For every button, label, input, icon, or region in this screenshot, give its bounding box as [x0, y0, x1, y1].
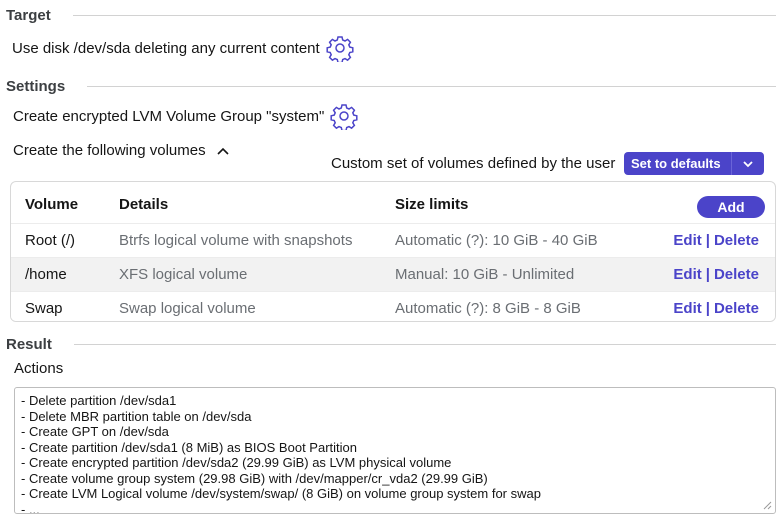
table-row: Swap Swap logical volume Automatic (?): …: [11, 291, 775, 321]
action-line: - Create LVM Logical volume /dev/system/…: [21, 486, 541, 501]
action-line: - Create GPT on /dev/sda: [21, 424, 169, 439]
volume-name: /home: [25, 266, 67, 283]
delete-link[interactable]: Delete: [714, 300, 759, 317]
delete-link[interactable]: Delete: [714, 266, 759, 283]
target-text: Use disk /dev/sda deleting any current c…: [12, 39, 320, 57]
volume-details: Swap logical volume: [119, 300, 256, 317]
separator: |: [705, 300, 710, 317]
encryption-text: Create encrypted LVM Volume Group "syste…: [13, 107, 325, 125]
volumes-table: Volume Details Size limits Add Root (/) …: [10, 181, 776, 322]
volume-details: Btrfs logical volume with snapshots: [119, 232, 353, 249]
divider: [72, 15, 776, 16]
actions-textarea[interactable]: - Delete partition /dev/sda1 - Delete MB…: [14, 387, 776, 514]
encryption-line: Create encrypted LVM Volume Group "syste…: [13, 102, 358, 130]
result-heading: Result: [6, 336, 52, 353]
resize-handle-icon[interactable]: [763, 501, 772, 510]
target-line: Use disk /dev/sda deleting any current c…: [12, 34, 354, 62]
row-actions: Edit | Delete: [673, 300, 759, 317]
set-to-defaults-dropdown[interactable]: Set to defaults: [624, 152, 764, 175]
result-section-header: Result: [6, 336, 776, 353]
add-volume-button[interactable]: Add: [697, 196, 765, 218]
volumes-text: Create the following volumes: [13, 142, 206, 159]
column-header-size-limits: Size limits: [395, 195, 469, 213]
column-header-details: Details: [119, 195, 169, 213]
volume-size-limits: Manual: 10 GiB - Unlimited: [395, 266, 575, 283]
divider: [87, 86, 776, 87]
table-row: Root (/) Btrfs logical volume with snaps…: [11, 223, 775, 257]
edit-link[interactable]: Edit: [673, 266, 701, 283]
table-header-row: Volume Details Size limits Add: [11, 187, 775, 221]
column-header-volume: Volume: [25, 195, 79, 213]
chevron-down-icon[interactable]: [732, 160, 764, 168]
action-line: - Delete partition /dev/sda1: [21, 393, 177, 408]
volume-details: XFS logical volume: [119, 266, 248, 283]
target-section-header: Target: [6, 7, 776, 24]
action-line: - Delete MBR partition table on /dev/sda: [21, 408, 252, 424]
edit-link[interactable]: Edit: [673, 232, 701, 249]
row-actions: Edit | Delete: [673, 266, 759, 283]
gear-icon[interactable]: [326, 34, 354, 62]
volume-size-limits: Automatic (?): 8 GiB - 8 GiB: [395, 300, 581, 317]
target-heading: Target: [6, 7, 51, 24]
separator: |: [705, 266, 710, 283]
volume-size-limits: Automatic (?): 10 GiB - 40 GiB: [395, 232, 598, 249]
settings-section-header: Settings: [6, 78, 776, 95]
action-line: - Create volume group system (29.98 GiB)…: [21, 470, 488, 486]
volumes-toggle[interactable]: Create the following volumes: [13, 142, 230, 159]
gear-icon[interactable]: [330, 102, 358, 130]
action-line: - Create partition /dev/sda1 (8 MiB) as …: [21, 439, 357, 455]
set-to-defaults-button[interactable]: Set to defaults: [624, 156, 731, 171]
table-row: /home XFS logical volume Manual: 10 GiB …: [11, 257, 775, 291]
volume-name: Swap: [25, 300, 63, 317]
action-line: - Create encrypted partition /dev/sda2 (…: [21, 455, 452, 470]
actions-label: Actions: [14, 360, 64, 377]
volume-name: Root (/): [25, 232, 76, 249]
row-actions: Edit | Delete: [673, 232, 759, 249]
delete-link[interactable]: Delete: [714, 232, 759, 249]
action-line: - ...: [21, 501, 40, 514]
divider: [73, 344, 776, 345]
separator: |: [705, 232, 710, 249]
custom-volumes-label: Custom set of volumes defined by the use…: [331, 155, 616, 172]
settings-heading: Settings: [6, 78, 66, 95]
chevron-up-icon[interactable]: [216, 146, 230, 156]
edit-link[interactable]: Edit: [673, 300, 701, 317]
